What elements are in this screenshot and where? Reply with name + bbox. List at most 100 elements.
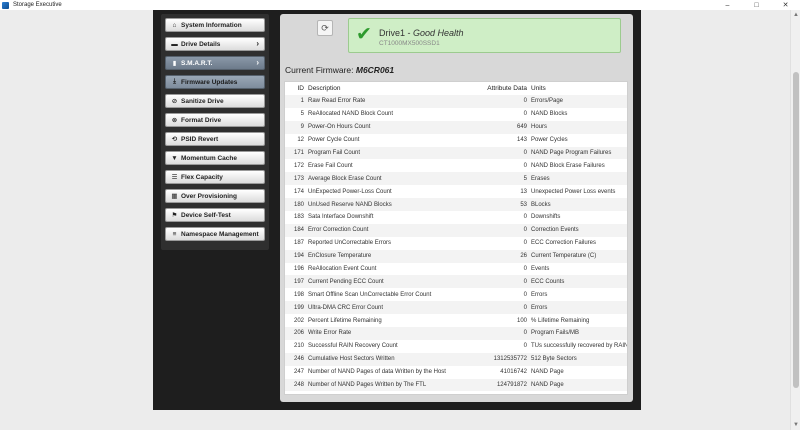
drive-health-card: ✔ Drive1 - Good Health CT1000MX500SSD1 [348,18,621,53]
sidebar-item-label: Sanitize Drive [181,97,224,105]
sidebar-item-label: Firmware Updates [181,78,238,86]
table-row[interactable]: 180 UnUsed Reserve NAND Blocks 53 BLocks [285,198,627,212]
scroll-thumb[interactable] [793,72,799,388]
sidebar-item-psid-revert[interactable]: ⟲ PSID Revert [165,132,265,146]
chevron-right-icon: › [256,58,259,67]
table-row[interactable]: 199 Ultra-DMA CRC Error Count 0 Errors [285,301,627,315]
cell-value: 649 [468,120,529,134]
smart-table-container: ID Description Attribute Data Units 1 Raw… [284,81,628,395]
window-title: Storage Executive [13,2,62,8]
cell-id: 196 [285,262,306,276]
drive-health-status: Good Health [413,28,464,38]
sidebar-item-over-provisioning[interactable]: ▦ Over Provisioning [165,189,265,203]
table-row[interactable]: 173 Average Block Erase Count 5 Erases [285,172,627,186]
table-row[interactable]: 247 Number of NAND Pages of data Written … [285,365,627,379]
sidebar-item-flex-capacity[interactable]: ☰ Flex Capacity [165,170,265,184]
sidebar-item-label: Flex Capacity [181,173,223,181]
table-row[interactable]: 246 Cumulative Host Sectors Written 131253… [285,352,627,366]
cell-units: Hours [529,120,627,134]
cell-description: Cumulative Host Sectors Written [306,352,468,366]
cell-units: Errors [529,288,627,302]
cell-value: 41016742 [468,365,529,379]
col-header-id[interactable]: ID [285,82,306,95]
cell-id: 194 [285,249,306,263]
scroll-down-icon[interactable]: ▼ [792,421,800,429]
main-frame: ⌂ System Information ▬ Drive Details › ▮ S.M.A… [153,10,641,410]
table-header-row: ID Description Attribute Data Units [285,82,627,95]
table-row[interactable]: 172 Erase Fail Count 0 NAND Block Erase Fai… [285,159,627,173]
sidebar-item-label: Device Self-Test [181,211,231,219]
cell-description: Smart Offline Scan UnCorrectable Error C… [306,288,468,302]
content-panel: ⟳ ✔ Drive1 - Good Health CT1000MX500SSD1… [280,14,633,402]
maximize-button[interactable]: □ [742,0,771,10]
download-icon: ⤓ [173,78,176,85]
refresh-button[interactable]: ⟳ [317,20,333,36]
table-row[interactable]: 184 Error Correction Count 0 Correction Eve… [285,223,627,237]
cell-description: UnExpected Power-Loss Count [306,185,468,199]
table-row[interactable]: 248 Number of NAND Pages Written by The F… [285,378,627,392]
cell-id: 9 [285,120,306,134]
sidebar-item-namespace-management[interactable]: ≡ Namespace Management [165,227,265,241]
cell-description: Erase Fail Count [306,159,468,173]
cell-value: 0 [468,339,529,353]
cell-units: NAND Page [529,365,627,379]
table-row[interactable]: 197 Current Pending ECC Count 0 ECC Counts [285,275,627,289]
sidebar-item-momentum-cache[interactable]: ▼ Momentum Cache [165,151,265,165]
table-row[interactable]: 194 EnClosure Temperature 26 Current Temper… [285,249,627,263]
cell-value: 26 [468,249,529,263]
current-firmware: Current Firmware: M6CR061 [285,65,394,75]
sidebar-item-device-self-test[interactable]: ⚑ Device Self-Test [165,208,265,222]
sidebar-nav: ⌂ System Information ▬ Drive Details › ▮ S.M.A… [161,14,269,250]
sidebar-item-label: System Information [181,21,242,29]
col-header-description[interactable]: Description [306,82,468,95]
cell-id: 197 [285,275,306,289]
cell-description: ReAllocation Event Count [306,262,468,276]
cell-id: 174 [285,185,306,199]
vertical-scrollbar[interactable]: ▲ ▼ [790,10,800,430]
minimize-button[interactable]: – [713,0,742,10]
window-controls: – □ ✕ [713,0,800,10]
cell-description: Sata Interface Downshift [306,211,468,224]
cell-value: 0 [468,223,529,237]
sidebar-item-sanitize-drive[interactable]: ⊘ Sanitize Drive [165,94,265,108]
cell-units: NAND Page Program Failures [529,146,627,160]
table-row[interactable]: 206 Write Error Rate 0 Program Fails/MB [285,327,627,340]
scroll-up-icon[interactable]: ▲ [792,11,800,19]
flag-icon: ⚑ [171,212,178,219]
table-row[interactable]: 5 ReAllocated NAND Block Count 0 NAND Block… [285,107,627,121]
table-row[interactable]: 198 Smart Offline Scan UnCorrectable Erro… [285,288,627,302]
cell-id: 183 [285,211,306,224]
cell-description: Power-On Hours Count [306,120,468,134]
table-row[interactable]: 12 Power Cycle Count 143 Power Cycles [285,133,627,147]
table-row[interactable]: 210 Successful RAIN Recovery Count 0 TUs su… [285,339,627,353]
cell-description: Current Pending ECC Count [306,275,468,289]
table-row[interactable]: 187 Reported UnCorrectable Errors 0 ECC Cor… [285,236,627,250]
table-row[interactable]: 9 Power-On Hours Count 649 Hours [285,120,627,134]
bar-chart-icon: ▮ [172,60,177,67]
cell-value: 0 [468,95,529,108]
sidebar-item-system-information[interactable]: ⌂ System Information [165,18,265,32]
sidebar-item-label: Namespace Management [181,230,259,238]
table-row[interactable]: 196 ReAllocation Event Count 0 Events [285,262,627,276]
cell-description: Ultra-DMA CRC Error Count [306,301,468,315]
sidebar-item-drive-details[interactable]: ▬ Drive Details › [165,37,265,51]
sidebar-item-label: Over Provisioning [181,192,237,200]
grid-icon: ▦ [171,193,178,200]
close-button[interactable]: ✕ [771,0,800,10]
col-header-units[interactable]: Units [529,82,627,95]
col-header-attribute-data[interactable]: Attribute Data [468,82,529,95]
cell-value: 0 [468,262,529,276]
sidebar-item-firmware-updates[interactable]: ⤓ Firmware Updates [165,75,265,89]
sidebar-item-label: PSID Revert [181,135,219,143]
cell-id: 184 [285,223,306,237]
drive-icon: ▬ [171,40,178,48]
cell-description: Reported UnCorrectable Errors [306,236,468,250]
sidebar-item-s-m-a-r-t[interactable]: ▮ S.M.A.R.T. › [165,56,265,70]
table-row[interactable]: 202 Percent Lifetime Remaining 100% Lifeti… [285,314,627,328]
table-row[interactable]: 171 Program Fail Count 0 NAND Page Program … [285,146,627,160]
cell-units: ECC Correction Failures [529,236,627,250]
table-row[interactable]: 174 UnExpected Power-Loss Count 13 Unexpect… [285,185,627,199]
sidebar-item-format-drive[interactable]: ⊗ Format Drive [165,113,265,127]
table-row[interactable]: 183 Sata Interface Downshift 0 Downshifts [285,211,627,224]
table-row[interactable]: 1 Raw Read Error Rate 0 Errors/Page [285,95,627,108]
